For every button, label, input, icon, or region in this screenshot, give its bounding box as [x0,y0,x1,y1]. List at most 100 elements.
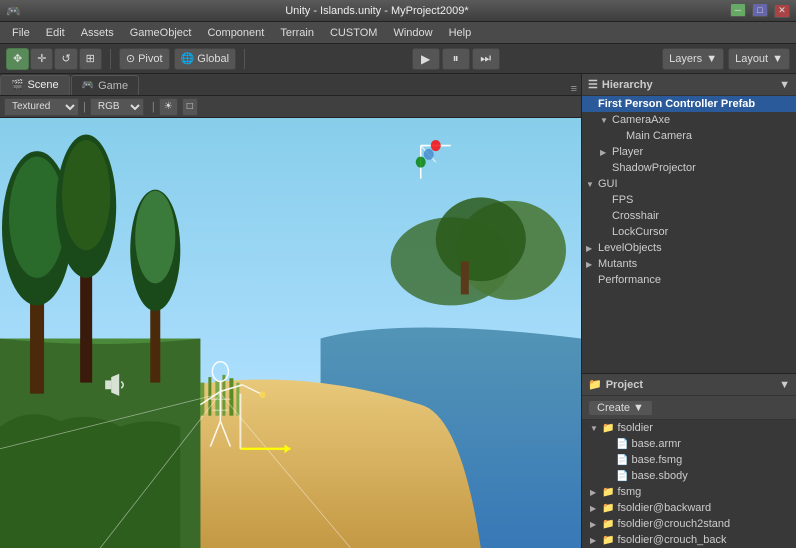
hierarchy-item-5[interactable]: ▼GUI [582,176,796,192]
hierarchy-header: ☰ Hierarchy ▼ [582,74,796,96]
close-button[interactable]: ✕ [774,4,790,18]
hierarchy-item-7[interactable]: Crosshair [582,208,796,224]
hierarchy-item-8[interactable]: LockCursor [582,224,796,240]
viewport-canvas[interactable] [0,118,581,548]
menu-item-help[interactable]: Help [441,25,480,41]
project-file-icon-5: 📁 [602,503,614,514]
menu-item-component[interactable]: Component [199,25,272,41]
menu-item-file[interactable]: File [4,25,38,41]
tree-label-9: LevelObjects [598,242,662,254]
playmode-controls: ▶ ⏸ ⏭ [253,48,658,70]
scene-view-svg [0,118,581,548]
hierarchy-item-6[interactable]: FPS [582,192,796,208]
layout-chevron-icon: ▼ [772,53,783,65]
project-file-icon-3: 📄 [616,471,628,482]
window-title: Unity - Islands.unity - MyProject2009* [27,5,727,17]
project-arrow-4: ▶ [590,488,602,497]
tree-label-10: Mutants [598,258,637,270]
rotate-tool[interactable]: ↺ [54,48,77,70]
scene-tab[interactable]: 🎬 Scene [0,75,70,95]
create-button[interactable]: Create ▼ [588,400,653,416]
skybox-toggle[interactable]: □ [182,98,198,116]
window-controls: ─ □ ✕ [727,3,790,18]
menu-item-gameobject[interactable]: GameObject [122,25,200,41]
hierarchy-item-10[interactable]: ▶Mutants [582,256,796,272]
game-tab-icon: 🎮 [82,80,94,91]
tree-label-1: CameraAxe [612,114,670,126]
tree-arrow-9: ▶ [586,244,598,253]
project-item-7[interactable]: ▶📁fsoldier@crouch_back [582,532,796,548]
viewport-tabs: 🎬 Scene 🎮 Game ≡ [0,74,581,96]
hierarchy-item-11[interactable]: Performance [582,272,796,288]
project-file-icon-7: 📁 [602,535,614,546]
scene-options-bar: Textured Wireframe | RGB Alpha | ☀ □ [0,96,581,118]
project-collapse-button[interactable]: ▼ [779,379,790,391]
main-area: 🎬 Scene 🎮 Game ≡ Textured Wireframe | RG… [0,74,796,548]
shading-select[interactable]: Textured Wireframe [4,98,79,116]
project-arrow-7: ▶ [590,536,602,545]
tree-label-0: First Person Controller Prefab [598,98,755,110]
hierarchy-item-4[interactable]: ShadowProjector [582,160,796,176]
project-arrow-6: ▶ [590,520,602,529]
hierarchy-tree: First Person Controller Prefab ▼CameraAxe… [582,96,796,373]
transform-tools: ✥ ✛ ↺ ⊞ [6,48,102,70]
project-item-4[interactable]: ▶📁fsmg [582,484,796,500]
play-button[interactable]: ▶ [412,48,440,70]
hierarchy-item-1[interactable]: ▼CameraAxe [582,112,796,128]
viewport-panel: 🎬 Scene 🎮 Game ≡ Textured Wireframe | RG… [0,74,581,548]
project-item-5[interactable]: ▶📁fsoldier@backward [582,500,796,516]
hierarchy-collapse-button[interactable]: ▼ [779,79,790,91]
project-label-6: fsoldier@crouch2stand [617,518,730,530]
project-label-5: fsoldier@backward [617,502,711,514]
pivot-button[interactable]: ⊙ Pivot [119,48,170,70]
hierarchy-item-0[interactable]: First Person Controller Prefab [582,96,796,112]
tab-bar-collapse[interactable]: ≡ [567,83,581,95]
hierarchy-item-9[interactable]: ▶LevelObjects [582,240,796,256]
project-label-1: base.armr [631,438,681,450]
tree-label-3: Player [612,146,643,158]
menu-item-custom[interactable]: CUSTOM [322,25,385,41]
step-button[interactable]: ⏭ [472,48,500,70]
channel-select[interactable]: RGB Alpha [90,98,144,116]
project-tree: ▼📁fsoldier📄base.armr📄base.fsmg📄base.sbod… [582,420,796,548]
hierarchy-panel: ☰ Hierarchy ▼ First Person Controller Pr… [582,74,796,374]
menu-item-edit[interactable]: Edit [38,25,73,41]
menu-item-window[interactable]: Window [385,25,440,41]
project-label-0: fsoldier [617,422,652,434]
project-item-2[interactable]: 📄base.fsmg [582,452,796,468]
hierarchy-item-3[interactable]: ▶Player [582,144,796,160]
project-label-7: fsoldier@crouch_back [617,534,726,546]
hierarchy-item-2[interactable]: Main Camera [582,128,796,144]
toolbar: ✥ ✛ ↺ ⊞ ⊙ Pivot 🌐 Global ▶ ⏸ ⏭ Layers ▼ … [0,44,796,74]
scene-tab-icon: 🎬 [11,80,23,91]
menu-item-terrain[interactable]: Terrain [272,25,322,41]
layers-dropdown[interactable]: Layers ▼ [662,48,724,70]
project-arrow-5: ▶ [590,504,602,513]
project-item-6[interactable]: ▶📁fsoldier@crouch2stand [582,516,796,532]
layout-dropdown[interactable]: Layout ▼ [728,48,790,70]
tree-label-2: Main Camera [626,130,692,142]
menubar: FileEditAssetsGameObjectComponentTerrain… [0,22,796,44]
menu-item-assets[interactable]: Assets [73,25,122,41]
project-file-icon-6: 📁 [602,519,614,530]
lighting-toggle[interactable]: ☀ [159,98,178,116]
unity-icon: 🎮 [6,4,21,18]
tree-arrow-1: ▼ [600,116,612,125]
tree-label-7: Crosshair [612,210,659,222]
hand-tool[interactable]: ✥ [6,48,29,70]
project-icon: 📁 [588,378,602,391]
move-tool[interactable]: ✛ [30,48,53,70]
pivot-icon: ⊙ [126,52,135,65]
game-tab[interactable]: 🎮 Game [71,75,139,95]
project-header: 📁 Project ▼ [582,374,796,396]
global-button[interactable]: 🌐 Global [174,48,237,70]
maximize-button[interactable]: □ [752,3,768,17]
minimize-button[interactable]: ─ [730,3,746,17]
project-item-3[interactable]: 📄base.sbody [582,468,796,484]
project-item-1[interactable]: 📄base.armr [582,436,796,452]
project-item-0[interactable]: ▼📁fsoldier [582,420,796,436]
tree-arrow-10: ▶ [586,260,598,269]
scale-tool[interactable]: ⊞ [79,48,102,70]
pause-button[interactable]: ⏸ [442,48,470,70]
toolbar-sep-1 [110,49,111,69]
